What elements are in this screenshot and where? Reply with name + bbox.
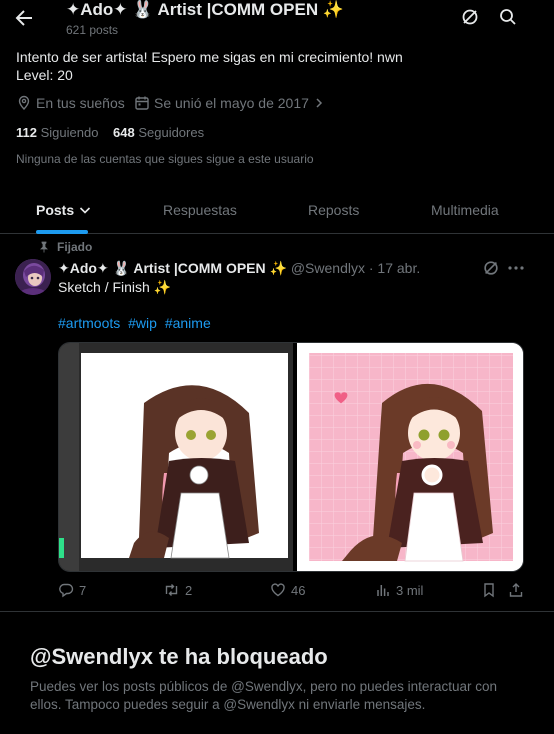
hashtag-link[interactable]: #wip	[128, 315, 157, 331]
chevron-down-icon	[80, 207, 91, 214]
tab-replies[interactable]: Respuestas	[163, 202, 237, 218]
followers-label: Seguidores	[138, 125, 205, 140]
bookmark-icon	[484, 583, 494, 598]
search-icon[interactable]	[498, 7, 518, 27]
calendar-icon	[135, 96, 149, 110]
reply-icon	[59, 583, 74, 598]
post-date[interactable]: · 17 abr.	[369, 260, 420, 276]
reply-count: 7	[79, 582, 87, 598]
hashtag-link[interactable]: #anime	[165, 315, 211, 331]
profile-bio: Intento de ser artista! Espero me sigas …	[16, 48, 403, 84]
join-date-text: Se unió el mayo de 2017	[154, 95, 309, 111]
bio-line: Intento de ser artista! Espero me sigas …	[16, 49, 403, 65]
repost-icon	[165, 584, 178, 596]
location-pin-icon	[18, 95, 30, 111]
header-title: ✦Ado✦ 🐰 Artist |COMM OPEN ✨	[66, 0, 345, 19]
following-label: Siguiendo	[40, 125, 99, 140]
pinned-label: Fijado	[57, 240, 93, 254]
views-chart-icon	[377, 585, 389, 596]
avatar[interactable]	[15, 259, 51, 295]
pinned-indicator: Fijado	[38, 240, 92, 254]
like-count: 46	[291, 582, 306, 598]
tab-posts-label: Posts	[36, 202, 75, 218]
tab-posts[interactable]: Posts	[36, 202, 92, 218]
post-text: Sketch / Finish ✨	[58, 279, 172, 295]
like-button[interactable]: 46	[270, 582, 305, 598]
pin-icon	[40, 241, 48, 253]
finished-artwork-image[interactable]	[297, 343, 523, 571]
post-author-line: ✦Ado✦ 🐰 Artist |COMM OPEN ✨ @Swendlyx · …	[58, 260, 420, 277]
post-count: 621 posts	[66, 23, 119, 37]
repost-button[interactable]: 2	[163, 582, 192, 598]
profile-header: ✦Ado✦ 🐰 Artist |COMM OPEN ✨ 621 posts	[0, 0, 554, 37]
location-text: En tus sueños	[36, 95, 125, 111]
bio-level: Level: 20	[16, 67, 73, 83]
back-arrow-icon[interactable]	[12, 6, 36, 30]
chevron-right-icon	[316, 98, 322, 108]
post-display-name[interactable]: ✦Ado✦ 🐰 Artist |COMM OPEN ✨	[58, 260, 287, 276]
following-link[interactable]: 112 Siguiendo	[16, 125, 98, 140]
hashtag-link[interactable]: #artmoots	[58, 315, 120, 331]
share-icon	[509, 583, 523, 597]
blocked-title: @Swendlyx te ha bloqueado	[30, 644, 328, 669]
following-count: 112	[16, 125, 37, 140]
views-button[interactable]: 3 mil	[375, 582, 423, 598]
repost-count: 2	[185, 582, 193, 598]
sketch-image[interactable]	[59, 343, 293, 571]
active-tab-indicator	[36, 230, 88, 234]
share-button[interactable]	[508, 582, 524, 598]
post-hashtags: #artmoots #wip #anime	[58, 315, 215, 331]
bookmark-button[interactable]	[481, 582, 497, 598]
tab-media[interactable]: Multimedia	[431, 202, 499, 218]
heart-icon	[271, 583, 285, 597]
profile-tabs: Posts Respuestas Reposts Multimedia	[0, 186, 554, 234]
followers-count: 648	[113, 125, 135, 140]
reply-button[interactable]: 7	[58, 582, 86, 598]
followers-you-know-note: Ninguna de las cuentas que sigues sigue …	[16, 152, 314, 166]
followers-link[interactable]: 648 Seguidores	[113, 125, 204, 140]
views-count: 3 mil	[396, 582, 424, 598]
section-divider	[0, 611, 554, 612]
tab-reposts[interactable]: Reposts	[308, 202, 359, 218]
blocked-message: Puedes ver los posts públicos de @Swendl…	[30, 679, 497, 712]
post-handle[interactable]: @Swendlyx	[291, 260, 365, 276]
grok-icon[interactable]	[460, 7, 480, 27]
post-media	[58, 342, 524, 572]
grok-icon[interactable]	[482, 259, 500, 277]
more-options-icon[interactable]	[506, 258, 526, 278]
location: En tus sueños	[16, 95, 125, 111]
join-date[interactable]: Se unió el mayo de 2017	[134, 95, 325, 111]
